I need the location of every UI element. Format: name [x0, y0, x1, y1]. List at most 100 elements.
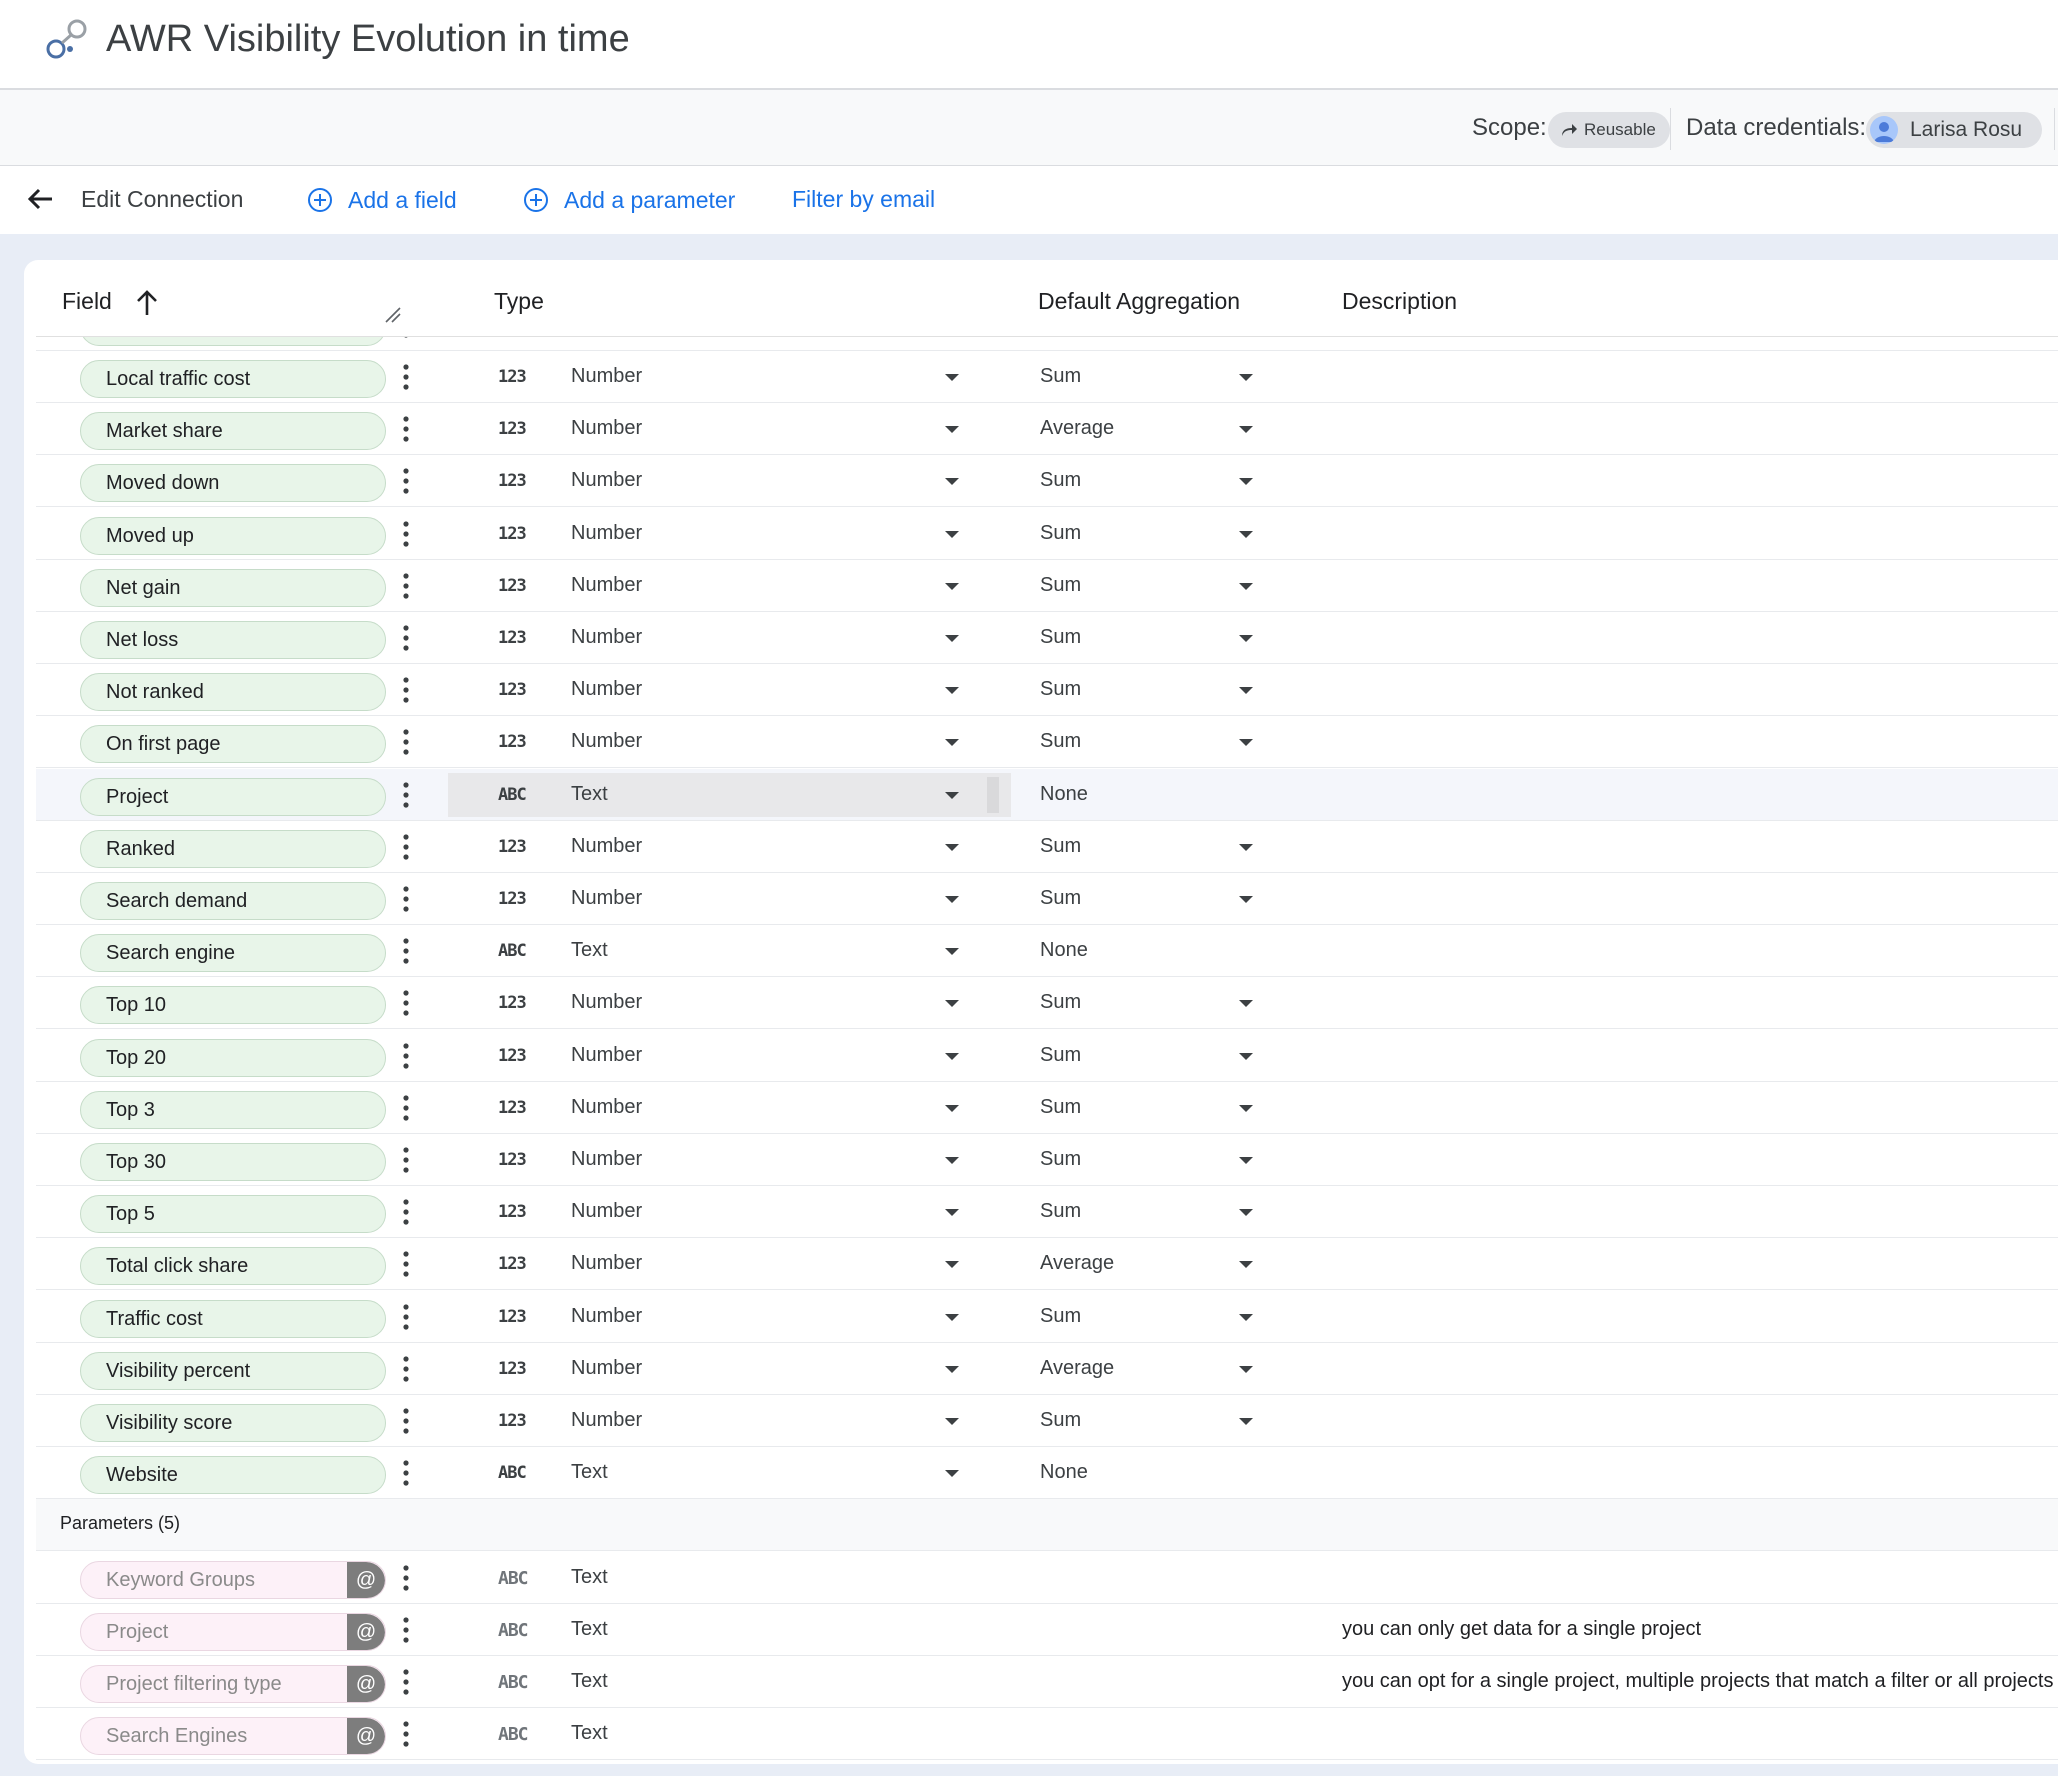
credentials-chip[interactable]: Larisa Rosu	[1866, 112, 2042, 148]
scope-chip[interactable]: Reusable	[1548, 112, 1670, 148]
aggregation-value[interactable]: Sum	[1040, 1409, 1081, 1432]
table-row[interactable]: Moved up 123 Number Sum	[36, 508, 2058, 560]
scrollbar[interactable]	[987, 777, 999, 813]
type-select[interactable]: 123 Number	[448, 825, 1011, 869]
more-vert-icon[interactable]	[400, 1407, 412, 1435]
type-select[interactable]: 123 Number	[448, 1295, 1011, 1339]
dropdown-caret-icon[interactable]	[1239, 1261, 1253, 1268]
field-name-chip[interactable]: Top 5	[80, 1195, 386, 1233]
parameter-row[interactable]: Keyword Groups @ ABC Text	[36, 1552, 2058, 1604]
more-vert-icon[interactable]	[400, 1459, 412, 1487]
table-row[interactable]: Net loss 123 Number Sum	[36, 612, 2058, 664]
table-row[interactable]: Ranked 123 Number Sum	[36, 821, 2058, 873]
table-row[interactable]: Moved down 123 Number Sum	[36, 455, 2058, 507]
table-row[interactable]: Local traffic cost 123 Number Sum	[36, 351, 2058, 403]
table-row[interactable]: Top 10 123 Number Sum	[36, 977, 2058, 1029]
table-row[interactable]: Visibility percent 123 Number Average	[36, 1343, 2058, 1395]
dropdown-caret-icon[interactable]	[1239, 374, 1253, 381]
type-select[interactable]: 123 Number	[448, 1138, 1011, 1182]
aggregation-value[interactable]: Sum	[1040, 469, 1081, 492]
dropdown-caret-icon[interactable]	[945, 1418, 959, 1425]
dropdown-caret-icon[interactable]	[945, 635, 959, 642]
type-select[interactable]: 123 Number	[448, 1399, 1011, 1443]
more-vert-icon[interactable]	[400, 1616, 412, 1644]
dropdown-caret-icon[interactable]	[945, 1314, 959, 1321]
aggregation-value[interactable]: Sum	[1040, 678, 1081, 701]
aggregation-value[interactable]: Sum	[1040, 1305, 1081, 1328]
type-select[interactable]: 123 Number	[448, 1086, 1011, 1130]
aggregation-value[interactable]: Sum	[1040, 1096, 1081, 1119]
dropdown-caret-icon[interactable]	[1239, 1209, 1253, 1216]
parameter-name-chip[interactable]: Project filtering type @	[80, 1665, 386, 1703]
field-name-chip[interactable]: Search engine	[80, 934, 386, 972]
more-vert-icon[interactable]	[400, 467, 412, 495]
aggregation-value[interactable]: Sum	[1040, 887, 1081, 910]
field-name-chip[interactable]: Total click share	[80, 1247, 386, 1285]
dropdown-caret-icon[interactable]	[1239, 1314, 1253, 1321]
aggregation-value[interactable]: Sum	[1040, 574, 1081, 597]
field-name-chip[interactable]: Traffic cost	[80, 1300, 386, 1338]
type-select[interactable]: 123 Number	[448, 1190, 1011, 1234]
table-row[interactable]: Not ranked 123 Number Sum	[36, 664, 2058, 716]
table-row[interactable]: Market share 123 Number Average	[36, 403, 2058, 455]
aggregation-value[interactable]: Sum	[1040, 1200, 1081, 1223]
dropdown-caret-icon[interactable]	[945, 478, 959, 485]
dropdown-caret-icon[interactable]	[945, 739, 959, 746]
field-name-chip[interactable]: Moved up	[80, 517, 386, 555]
field-name-chip[interactable]: Top 10	[80, 986, 386, 1024]
table-row[interactable]: Top 5 123 Number Sum	[36, 1186, 2058, 1238]
field-name-chip[interactable]: Top 30	[80, 1143, 386, 1181]
edit-connection-button[interactable]: Edit Connection	[81, 186, 243, 213]
table-row[interactable]: Net gain 123 Number Sum	[36, 560, 2058, 612]
aggregation-value[interactable]: Sum	[1040, 1148, 1081, 1171]
more-vert-icon[interactable]	[400, 1146, 412, 1174]
add-field-button[interactable]: Add a field	[306, 186, 457, 214]
field-name-chip[interactable]: Net gain	[80, 569, 386, 607]
field-name-chip[interactable]: Search demand	[80, 882, 386, 920]
dropdown-caret-icon[interactable]	[1239, 426, 1253, 433]
parameter-row[interactable]: Project filtering type @ ABC Text you can op…	[36, 1656, 2058, 1708]
table-row[interactable]: Traffic cost 123 Number Sum	[36, 1291, 2058, 1343]
dropdown-caret-icon[interactable]	[945, 1157, 959, 1164]
more-vert-icon[interactable]	[400, 676, 412, 704]
table-row[interactable]: Local estimated visits123NumberSum	[36, 337, 2058, 351]
dropdown-caret-icon[interactable]	[1239, 478, 1253, 485]
dropdown-caret-icon[interactable]	[945, 1000, 959, 1007]
type-select[interactable]: 123 Number	[448, 877, 1011, 921]
table-row[interactable]: On first page 123 Number Sum	[36, 716, 2058, 768]
field-name-chip[interactable]: Ranked	[80, 830, 386, 868]
type-select[interactable]: ABC Text	[448, 773, 1011, 817]
dropdown-caret-icon[interactable]	[1239, 635, 1253, 642]
dropdown-caret-icon[interactable]	[1239, 896, 1253, 903]
table-row[interactable]: Total click share 123 Number Average	[36, 1238, 2058, 1290]
table-row[interactable]: Visibility score 123 Number Sum	[36, 1395, 2058, 1447]
more-vert-icon[interactable]	[400, 1094, 412, 1122]
aggregation-value[interactable]: Sum	[1040, 365, 1081, 388]
dropdown-caret-icon[interactable]	[1239, 687, 1253, 694]
aggregation-value[interactable]: Average	[1040, 1357, 1114, 1380]
more-vert-icon[interactable]	[400, 885, 412, 913]
type-select[interactable]: 123 Number	[448, 564, 1011, 608]
dropdown-caret-icon[interactable]	[945, 1209, 959, 1216]
dropdown-caret-icon[interactable]	[1239, 1157, 1253, 1164]
back-arrow-icon[interactable]	[22, 182, 58, 218]
dropdown-caret-icon[interactable]	[1239, 1000, 1253, 1007]
aggregation-value[interactable]: None	[1040, 783, 1088, 806]
column-resize-icon[interactable]	[382, 304, 402, 324]
type-select[interactable]: 123 Number	[448, 720, 1011, 764]
field-name-chip[interactable]: Local estimated visits	[80, 337, 386, 346]
dropdown-caret-icon[interactable]	[945, 426, 959, 433]
field-name-chip[interactable]: Visibility percent	[80, 1352, 386, 1390]
more-vert-icon[interactable]	[400, 520, 412, 548]
more-vert-icon[interactable]	[400, 415, 412, 443]
table-row[interactable]: Top 20 123 Number Sum	[36, 1030, 2058, 1082]
aggregation-value[interactable]: Average	[1040, 1252, 1114, 1275]
dropdown-caret-icon[interactable]	[945, 583, 959, 590]
dropdown-caret-icon[interactable]	[945, 687, 959, 694]
dropdown-caret-icon[interactable]	[1239, 844, 1253, 851]
more-vert-icon[interactable]	[400, 1355, 412, 1383]
dropdown-caret-icon[interactable]	[1239, 531, 1253, 538]
type-select[interactable]: 123 Number	[448, 512, 1011, 556]
more-vert-icon[interactable]	[400, 1720, 412, 1748]
more-vert-icon[interactable]	[400, 1250, 412, 1278]
